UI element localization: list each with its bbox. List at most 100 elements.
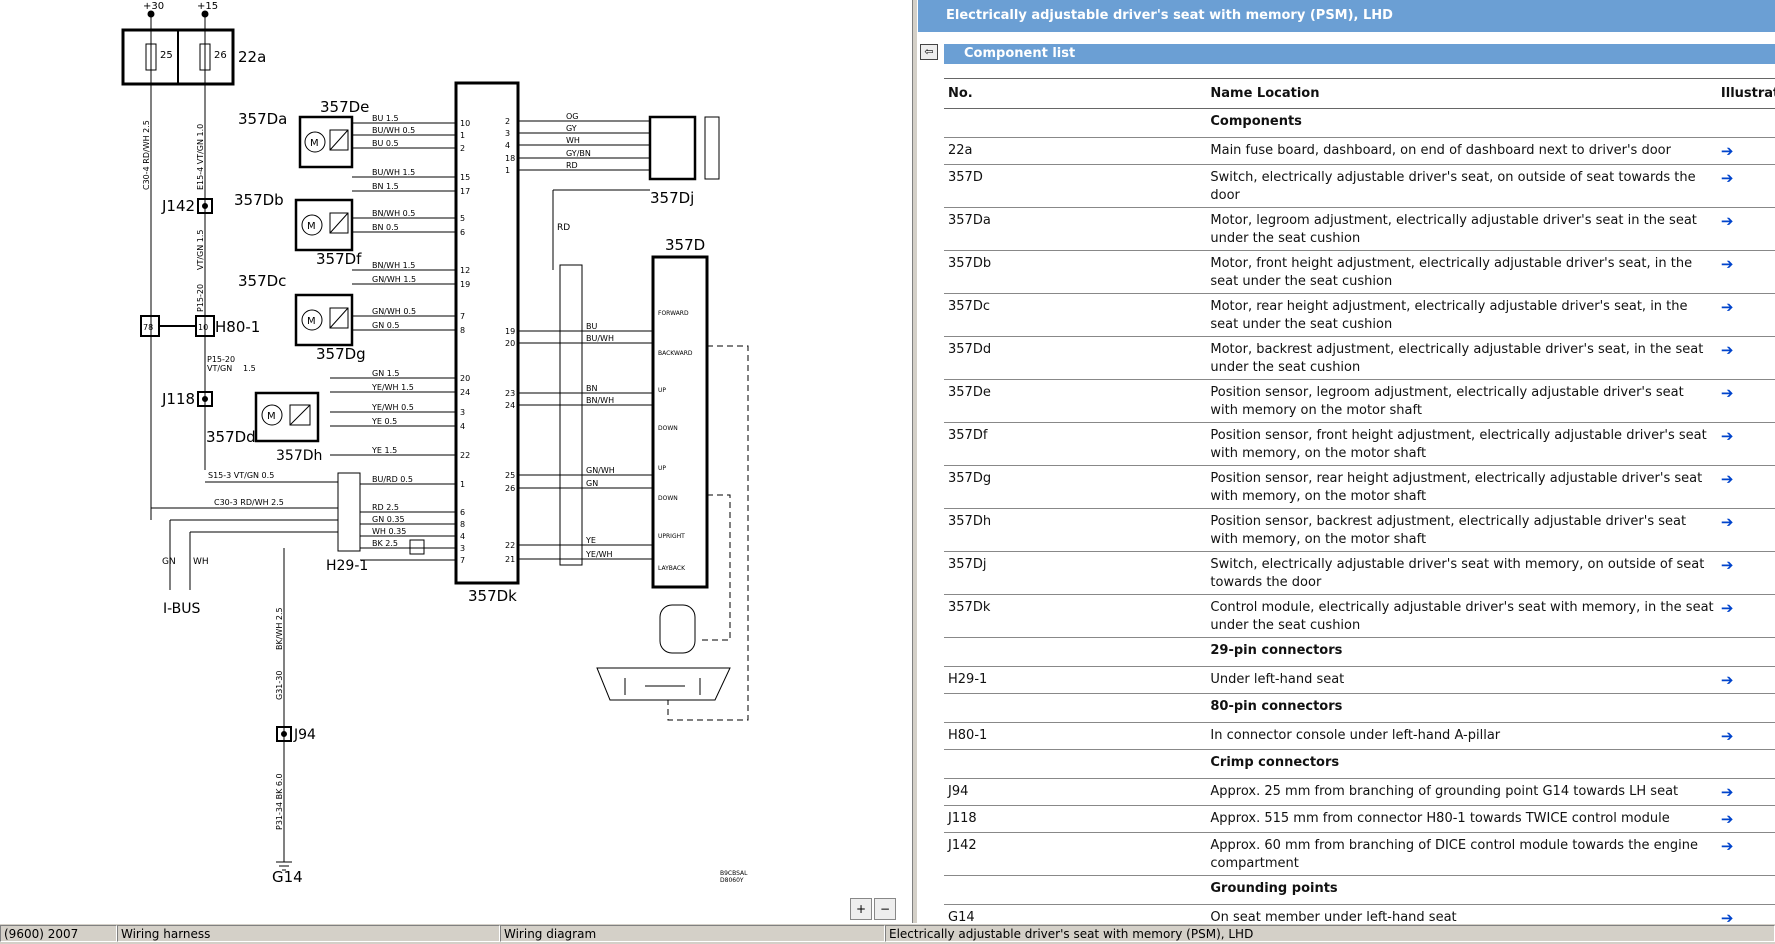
component-no: 357Dk <box>944 594 1210 638</box>
illustration-link-arrow-icon[interactable]: ➔ <box>1721 255 1734 273</box>
svg-text:M: M <box>310 138 319 149</box>
j118-label: J118 <box>161 390 195 408</box>
component-no: J118 <box>944 805 1210 833</box>
illustration-link-arrow-icon[interactable]: ➔ <box>1721 384 1734 402</box>
table-row: J142 Approx. 60 mm from branching of DICE… <box>944 832 1775 876</box>
pin-label: 24 <box>505 401 515 410</box>
component-location: On seat member under left-hand seat <box>1209 904 1720 923</box>
category-label: 29-pin connectors <box>1209 637 1720 667</box>
zoom-out-button[interactable]: − <box>874 898 896 920</box>
illustration-link-arrow-icon[interactable]: ➔ <box>1721 671 1734 689</box>
illustration-link-arrow-icon[interactable]: ➔ <box>1721 341 1734 359</box>
svg-text:VT/GN: VT/GN <box>207 364 232 373</box>
motor-357dd: M 357Dd 357Dh <box>206 391 322 464</box>
pin-label: 22 <box>460 451 470 460</box>
component-no: 357Db <box>944 250 1210 294</box>
wire-label: YE/WH <box>585 550 613 559</box>
illustration-link-arrow-icon[interactable]: ➔ <box>1721 783 1734 801</box>
357dj-label: 357Dj <box>650 189 694 207</box>
svg-text:BK/WH 2.5: BK/WH 2.5 <box>275 607 284 650</box>
svg-text:GN: GN <box>162 557 176 567</box>
pin-label: 19 <box>460 280 470 289</box>
component-no: 357Dd <box>944 336 1210 380</box>
pin-label: 3 <box>460 544 465 553</box>
illustration-link-arrow-icon[interactable]: ➔ <box>1721 427 1734 445</box>
illustration-link-arrow-icon[interactable]: ➔ <box>1721 837 1734 855</box>
table-row: H29-1 Under left-hand seat ➔ <box>944 666 1775 694</box>
fuse-board-label: 22a <box>238 48 266 66</box>
pin-label: 6 <box>460 228 465 237</box>
status-harness: Wiring harness <box>117 925 500 942</box>
component-location: Switch, electrically adjustable driver's… <box>1209 551 1720 595</box>
illustration-link-arrow-icon[interactable]: ➔ <box>1721 727 1734 745</box>
category-row: Grounding points <box>944 875 1775 905</box>
illustration-link-arrow-icon[interactable]: ➔ <box>1721 470 1734 488</box>
wire-label: YE/WH 0.5 <box>371 403 414 412</box>
back-arrow-icon[interactable]: ⇦ <box>920 44 938 60</box>
svg-text:VT/GN 1.5: VT/GN 1.5 <box>196 229 205 270</box>
component-no: 357Dh <box>944 508 1210 552</box>
illustration-link-arrow-icon[interactable]: ➔ <box>1721 212 1734 230</box>
illustration-link-arrow-icon[interactable]: ➔ <box>1721 142 1734 160</box>
pin-label: 18 <box>505 154 515 163</box>
pin-label: 1 <box>460 131 465 140</box>
pin-label: 8 <box>460 520 465 529</box>
illustration-link-arrow-icon[interactable]: ➔ <box>1721 909 1734 923</box>
component-no: H80-1 <box>944 722 1210 750</box>
pin-label: 2 <box>460 144 465 153</box>
panel-title: Electrically adjustable driver's seat wi… <box>918 0 1775 32</box>
category-row: 29-pin connectors <box>944 637 1775 667</box>
pin-label: 7 <box>460 312 465 321</box>
table-row: 357Dg Position sensor, rear height adjust… <box>944 465 1775 509</box>
357da-label: 357Da <box>238 110 287 128</box>
pin-label: 24 <box>460 388 470 397</box>
switch-direction-label: LAYBACK <box>658 565 686 572</box>
component-location: Motor, backrest adjustment, electrically… <box>1209 336 1720 380</box>
illustration-link-arrow-icon[interactable]: ➔ <box>1721 599 1734 617</box>
table-row: 357Dk Control module, electrically adjust… <box>944 594 1775 638</box>
fuse-board-22a: +30 +15 25 26 22a <box>121 1 266 100</box>
illustration-link-arrow-icon[interactable]: ➔ <box>1721 810 1734 828</box>
illustration-link-arrow-icon[interactable]: ➔ <box>1721 298 1734 316</box>
pin-label: 19 <box>505 327 515 336</box>
zoom-in-button[interactable]: + <box>850 898 872 920</box>
component-no: J94 <box>944 778 1210 806</box>
illustration-link-arrow-icon[interactable]: ➔ <box>1721 556 1734 574</box>
svg-text:P15-20: P15-20 <box>196 284 205 312</box>
pin-label: 4 <box>460 532 465 541</box>
pin-label: 1 <box>505 166 510 175</box>
357de-label: 357De <box>320 98 369 116</box>
table-row: 357Dc Motor, rear height adjustment, elec… <box>944 293 1775 337</box>
wire-label: BU/RD 0.5 <box>372 475 413 484</box>
357dg-label: 357Dg <box>316 345 366 363</box>
svg-text:E15-4 VT/GN 1.0: E15-4 VT/GN 1.0 <box>196 124 205 190</box>
switch-direction-label: UPRIGHT <box>658 533 685 540</box>
illustration-link-arrow-icon[interactable]: ➔ <box>1721 513 1734 531</box>
header-no: No. <box>944 78 1210 109</box>
wire-label: BU 0.5 <box>372 139 399 148</box>
357dk-label: 357Dk <box>468 587 517 605</box>
component-no: G14 <box>944 904 1210 923</box>
table-row: 357De Position sensor, legroom adjustment… <box>944 379 1775 423</box>
header-name: Name Location <box>1209 78 1720 109</box>
component-location: Approx. 25 mm from branching of groundin… <box>1209 778 1720 806</box>
357dd-label: 357Dd <box>206 428 256 446</box>
wire-label: BU/WH <box>586 334 614 343</box>
wire-label: WH 0.35 <box>372 527 406 536</box>
illustration-link-arrow-icon[interactable]: ➔ <box>1721 169 1734 187</box>
wiring-diagram-pane[interactable]: +30 +15 25 26 22a C30-4 RD/WH 2.5 E15-4 … <box>0 0 912 923</box>
pin-label: 4 <box>505 141 510 150</box>
switch-direction-label: UP <box>658 465 666 472</box>
plus30-label: +30 <box>143 1 164 12</box>
wire-label: GN 0.35 <box>372 515 405 524</box>
wire-label: BU/WH 1.5 <box>372 168 415 177</box>
wire-label: YE/WH 1.5 <box>371 383 414 392</box>
component-location: Motor, front height adjustment, electric… <box>1209 250 1720 294</box>
category-row: Components <box>944 108 1775 138</box>
switch-357dj <box>648 115 697 181</box>
svg-text:WH: WH <box>193 557 209 567</box>
wire-label: YE <box>585 536 596 545</box>
wire-label: GN/WH 0.5 <box>372 307 416 316</box>
pin-label: 8 <box>460 326 465 335</box>
svg-text:1.5: 1.5 <box>243 364 256 373</box>
